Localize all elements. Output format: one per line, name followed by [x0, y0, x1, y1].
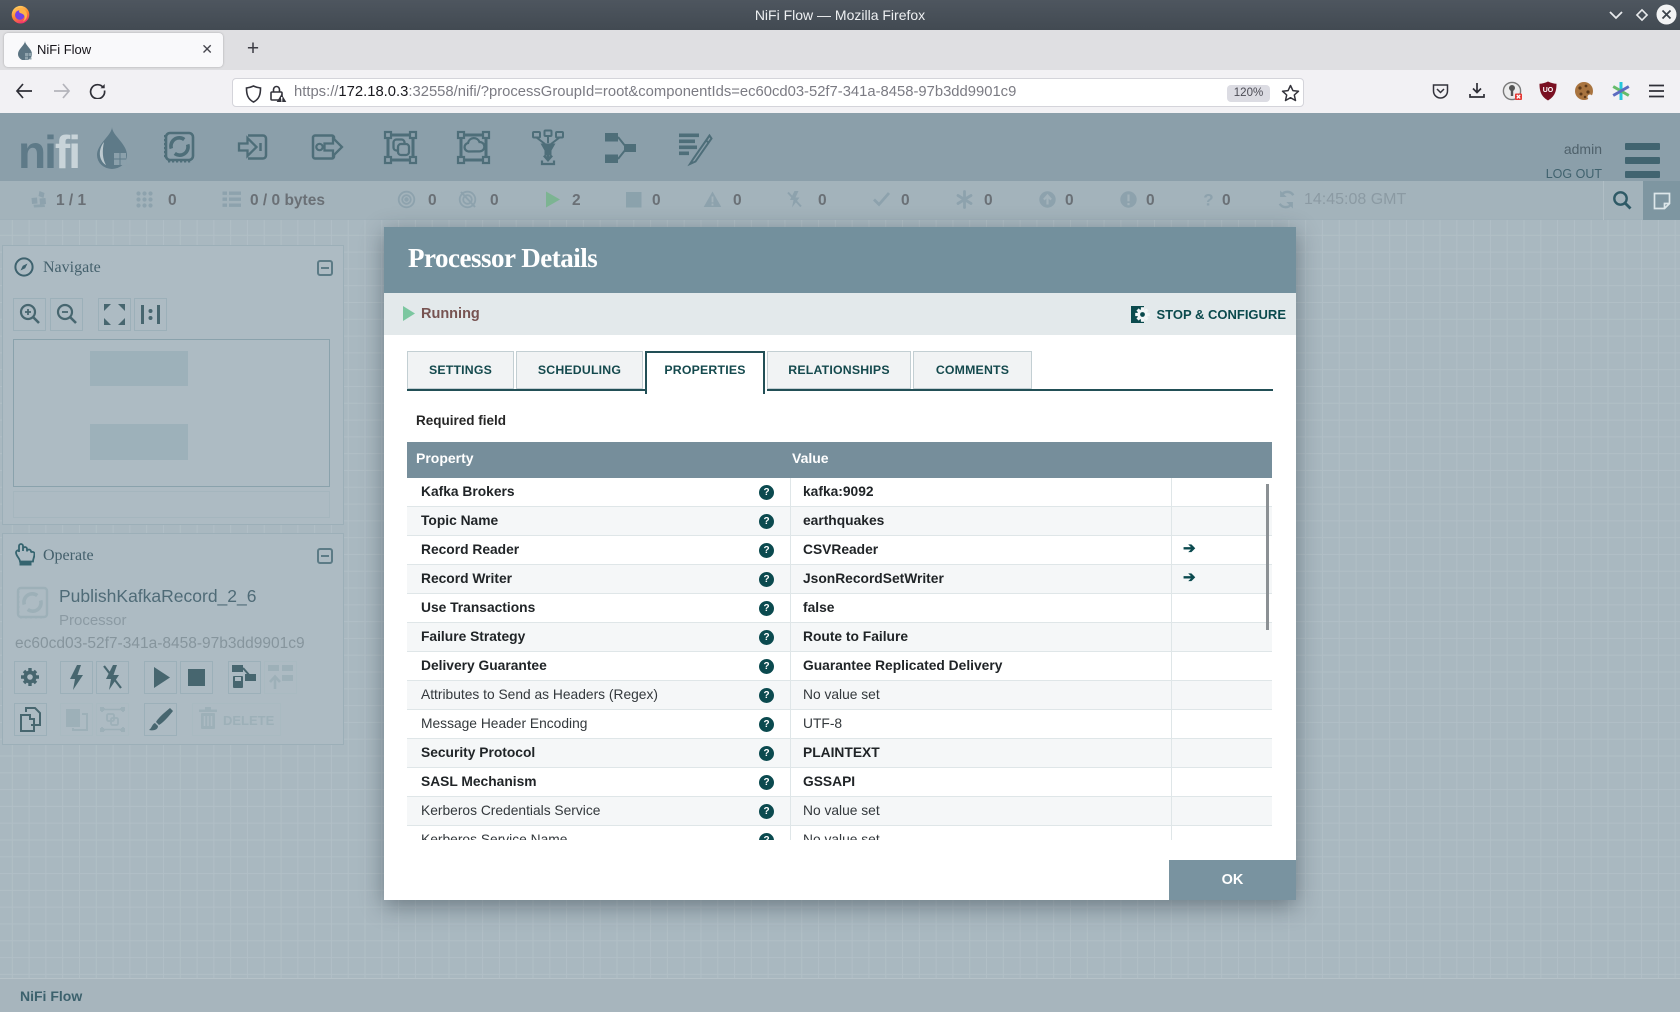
svg-text:DELETE: DELETE: [223, 713, 275, 728]
svg-text:UO: UO: [1543, 87, 1554, 94]
svg-text:?: ?: [1203, 191, 1213, 210]
